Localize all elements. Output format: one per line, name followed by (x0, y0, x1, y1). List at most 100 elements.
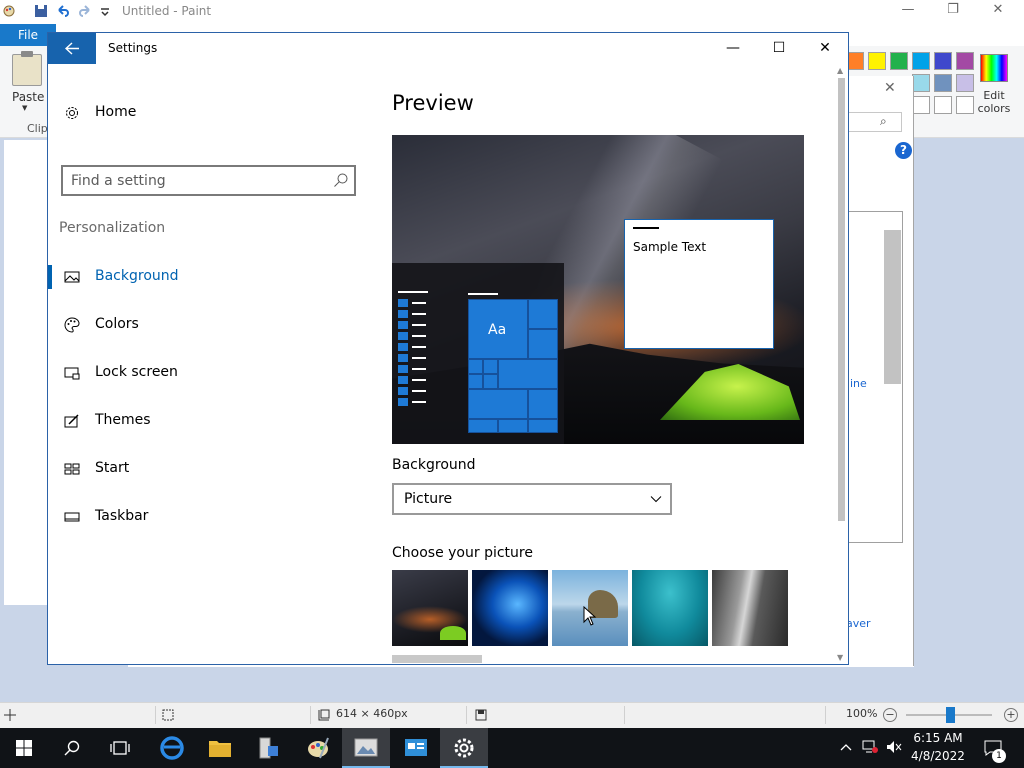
windows-logo-icon (16, 740, 32, 756)
dialog-search-icon[interactable]: ⌕ (880, 114, 887, 129)
zoom-out-button[interactable]: − (883, 708, 897, 722)
redo-icon[interactable] (78, 4, 92, 18)
picture-thumbnail-1[interactable] (392, 570, 468, 646)
paint-maximize-button[interactable]: ❐ (938, 2, 968, 22)
settings-scroll-thumb[interactable] (838, 78, 845, 521)
palette-swatch[interactable] (934, 52, 952, 70)
preview-sample-text: Sample Text (633, 240, 707, 254)
settings-close-button[interactable]: ✕ (802, 33, 848, 64)
back-button[interactable] (48, 33, 96, 64)
palette-swatch[interactable] (890, 52, 908, 70)
zoom-in-button[interactable]: + (1004, 708, 1018, 722)
dialog-close-icon[interactable]: ✕ (884, 80, 896, 96)
picture-thumbnail-4[interactable] (632, 570, 708, 646)
preview-tiles-header (468, 293, 498, 295)
background-type-select[interactable]: Picture (392, 483, 672, 515)
preview-app-square (398, 387, 408, 395)
zoom-level: 100% (846, 707, 878, 720)
background-type-value: Picture (404, 491, 453, 507)
customize-quick-access-icon[interactable] (98, 4, 112, 18)
sidebar-item-label: Taskbar (95, 508, 149, 524)
show-hidden-icons-icon[interactable] (840, 742, 852, 752)
lock-screen-icon (64, 367, 80, 380)
preview-tile (468, 389, 528, 419)
section-label: Personalization (59, 220, 166, 236)
paint-icon (308, 737, 329, 759)
taskbar-search-button[interactable] (48, 728, 96, 768)
palette-icon (64, 317, 80, 333)
sidebar-item-colors[interactable]: Colors (48, 305, 368, 345)
taskbar-app-file-explorer[interactable] (196, 728, 244, 768)
paste-button-label[interactable]: Paste (12, 90, 44, 104)
server-manager-icon (259, 737, 278, 759)
taskbar-app-paint[interactable] (294, 728, 342, 768)
paint-minimize-button[interactable]: — (893, 2, 923, 22)
settings-minimize-button[interactable]: — (710, 33, 756, 64)
network-icon[interactable] (862, 740, 878, 754)
paste-icon[interactable] (12, 51, 42, 86)
taskbar-app-control-panel[interactable] (392, 728, 440, 768)
sidebar-item-themes[interactable]: Themes (48, 401, 368, 441)
photo-viewer-icon (354, 738, 378, 757)
edit-colors-label[interactable]: Edit colors (974, 89, 1014, 115)
status-divider (310, 706, 311, 724)
dialog-search-input[interactable] (848, 112, 902, 132)
palette-swatch[interactable] (934, 96, 952, 114)
dialog-list-scrollbar[interactable] (884, 230, 901, 384)
thumbnails-scrollbar[interactable] (392, 655, 482, 663)
choose-picture-label: Choose your picture (392, 545, 533, 561)
taskbar-app-server-manager[interactable] (244, 728, 292, 768)
dialog-screen-saver-link[interactable]: aver (846, 617, 871, 630)
preview-tile (498, 419, 528, 433)
paste-dropdown-icon[interactable]: ▼ (22, 104, 27, 112)
picture-thumbnail-2[interactable] (472, 570, 548, 646)
paint-canvas[interactable] (4, 140, 48, 605)
zoom-slider-thumb[interactable] (946, 707, 955, 723)
palette-swatch[interactable] (912, 52, 930, 70)
undo-icon[interactable] (56, 4, 70, 18)
palette-swatch[interactable] (956, 74, 974, 92)
active-indicator (48, 265, 52, 289)
start-icon (64, 463, 80, 475)
preview-app-line (412, 401, 426, 403)
preview-app-square (398, 310, 408, 318)
clock-date[interactable]: 4/8/2022 (910, 749, 966, 763)
task-view-button[interactable] (96, 728, 144, 768)
preview-tile (468, 419, 498, 433)
palette-swatch[interactable] (868, 52, 886, 70)
edit-colors-icon[interactable] (980, 54, 1008, 82)
palette-swatch[interactable] (956, 96, 974, 114)
taskbar-app-edge[interactable] (148, 728, 196, 768)
search-icon[interactable] (333, 172, 349, 188)
picture-thumbnail-5[interactable] (712, 570, 788, 646)
start-button[interactable] (0, 728, 48, 768)
preview-app-square (398, 332, 408, 340)
sidebar-item-taskbar[interactable]: Taskbar (48, 497, 368, 537)
sidebar-item-background[interactable]: Background (48, 257, 368, 297)
volume-muted-icon[interactable] (886, 740, 902, 754)
dialog-link[interactable]: ine (850, 377, 867, 390)
sidebar-item-lock-screen[interactable]: Lock screen (48, 353, 368, 393)
search-input[interactable] (71, 172, 321, 190)
scroll-up-icon[interactable]: ▲ (837, 66, 843, 75)
search-box[interactable] (61, 165, 356, 196)
paint-close-button[interactable]: ✕ (983, 2, 1013, 22)
preview-app-line (412, 390, 426, 392)
taskbar-app-photo-viewer[interactable] (342, 728, 390, 768)
palette-swatch[interactable] (934, 74, 952, 92)
nav-home[interactable]: Home (48, 93, 368, 133)
palette-swatch[interactable] (956, 52, 974, 70)
preview-tile (483, 374, 498, 389)
save-icon[interactable] (34, 4, 48, 18)
scroll-down-icon[interactable]: ▼ (837, 653, 843, 662)
settings-maximize-button[interactable]: ☐ (756, 33, 802, 64)
sidebar-item-start[interactable]: Start (48, 449, 368, 489)
palette-swatch[interactable] (912, 96, 930, 114)
help-icon[interactable]: ? (895, 142, 912, 159)
taskbar-app-settings[interactable] (440, 728, 488, 768)
task-view-icon (110, 741, 130, 755)
palette-swatch[interactable] (912, 74, 930, 92)
preview-tile-text: Aa (488, 322, 507, 338)
clock-time[interactable]: 6:15 AM (910, 731, 966, 745)
preview-tile (483, 359, 498, 374)
